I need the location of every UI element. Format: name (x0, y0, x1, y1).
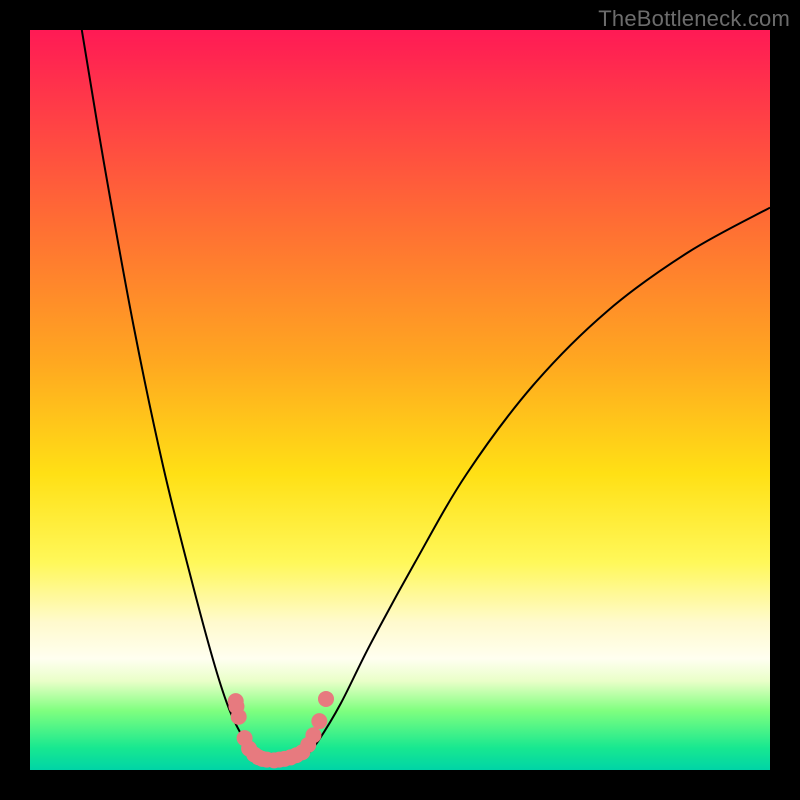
watermark-text: TheBottleneck.com (598, 6, 790, 32)
left-curve (82, 30, 260, 759)
marker-dot (318, 691, 334, 707)
marker-dot (311, 713, 327, 729)
right-curve (304, 208, 770, 759)
marker-dot (305, 727, 321, 743)
right-marker-cluster (266, 691, 334, 768)
chart-svg (30, 30, 770, 770)
marker-dot (231, 709, 247, 725)
chart-frame: TheBottleneck.com (0, 0, 800, 800)
plot-area (30, 30, 770, 770)
